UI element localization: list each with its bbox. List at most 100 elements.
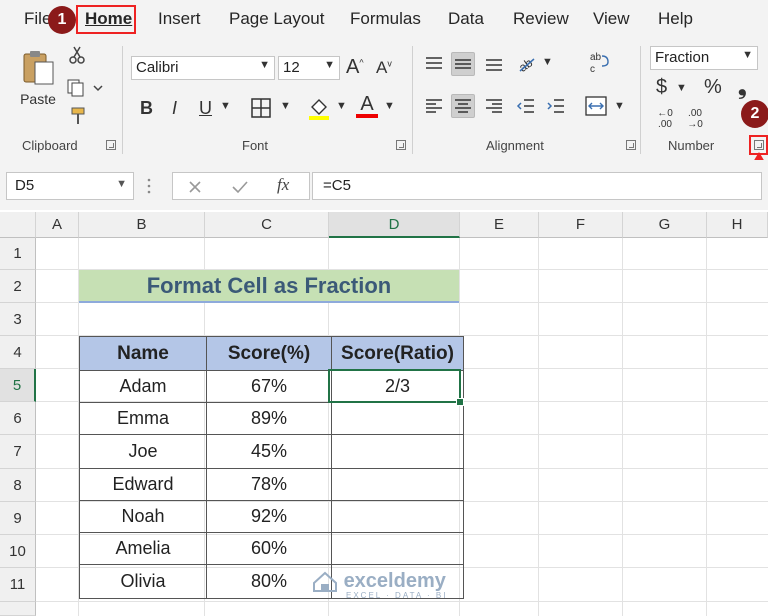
chevron-down-icon[interactable]: ▼ [542,56,553,68]
fill-handle[interactable] [456,398,464,406]
row-header-5[interactable]: 5 [0,369,36,402]
align-middle-button[interactable] [451,52,475,76]
menu-help[interactable]: Help [658,9,693,29]
drag-handle-icon[interactable] [146,176,152,196]
underline-button[interactable]: U [199,98,212,119]
cell-name[interactable]: Noah [79,500,207,533]
row-header-11[interactable]: 11 [0,568,36,602]
col-header-d[interactable]: D [329,212,460,238]
cell-ratio[interactable] [331,468,464,501]
cell-score[interactable]: 92% [206,500,332,533]
header-name[interactable]: Name [79,336,207,371]
decrease-decimal-button[interactable]: .00 →0 [684,108,706,130]
cell-name[interactable]: Edward [79,468,207,501]
insert-function-button[interactable]: fx [277,175,289,195]
select-all-corner[interactable] [0,212,36,238]
shrink-font-button[interactable]: Av [376,58,392,78]
chevron-down-icon[interactable]: ▼ [614,100,625,112]
font-launcher-icon[interactable] [396,140,406,150]
menu-insert[interactable]: Insert [158,9,201,29]
sheet-title-cell[interactable]: Format Cell as Fraction [79,270,459,303]
chevron-down-icon[interactable]: ▼ [336,100,347,112]
row-header-12[interactable] [0,602,36,616]
cell-ratio[interactable] [331,500,464,533]
row-header-4[interactable]: 4 [0,336,36,369]
borders-icon[interactable] [250,97,272,119]
cell-name[interactable]: Olivia [79,564,207,599]
align-top-icon[interactable] [424,54,444,74]
col-header-f[interactable]: F [539,212,623,238]
header-score-percent[interactable]: Score(%) [206,336,332,371]
increase-decimal-button[interactable]: ←0 .00 [654,108,676,130]
font-color-button[interactable]: A [356,93,378,118]
format-painter-icon[interactable] [68,106,88,126]
cell-score[interactable]: 89% [206,402,332,435]
col-header-b[interactable]: B [79,212,205,238]
align-center-button[interactable] [451,94,475,118]
bold-button[interactable]: B [140,98,153,119]
active-cell-selection[interactable] [328,369,461,403]
col-header-g[interactable]: G [623,212,707,238]
currency-button[interactable]: $ [656,76,667,99]
cell-score[interactable]: 67% [206,370,332,403]
cancel-icon[interactable] [187,179,203,195]
italic-button[interactable]: I [172,98,177,119]
row-header-7[interactable]: 7 [0,435,36,469]
font-size-select[interactable]: 12 ▼ [278,56,340,80]
enter-check-icon[interactable] [231,179,249,195]
grow-font-button[interactable]: A^ [346,56,364,79]
merge-center-icon[interactable] [584,94,608,118]
align-left-icon[interactable] [424,96,444,116]
cell-name[interactable]: Adam [79,370,207,403]
menu-data[interactable]: Data [448,9,484,29]
header-score-ratio[interactable]: Score(Ratio) [331,336,464,371]
col-header-e[interactable]: E [460,212,539,238]
percent-button[interactable]: % [704,76,722,99]
cut-icon[interactable] [68,46,86,64]
cell-name[interactable]: Emma [79,402,207,435]
menu-view[interactable]: View [593,9,630,29]
row-header-2[interactable]: 2 [0,270,36,303]
number-format-select[interactable]: Fraction ▼ [650,46,758,70]
formula-input[interactable]: =C5 [312,172,762,200]
increase-indent-icon[interactable] [546,96,566,116]
cell-score[interactable]: 60% [206,532,332,565]
paste-button[interactable]: Paste [18,48,58,107]
cell-score[interactable]: 78% [206,468,332,501]
row-header-9[interactable]: 9 [0,502,36,535]
wrap-text-icon[interactable]: ab c [588,50,610,76]
menu-formulas[interactable]: Formulas [350,9,421,29]
cell-name[interactable]: Amelia [79,532,207,565]
decrease-indent-icon[interactable] [516,96,536,116]
alignment-launcher-icon[interactable] [626,140,636,150]
name-box[interactable]: D5 ▼ [6,172,134,200]
chevron-down-icon[interactable]: ▼ [384,100,395,112]
chevron-down-icon[interactable]: ▼ [676,82,687,94]
clipboard-launcher-icon[interactable] [106,140,116,150]
copy-icon[interactable] [66,78,106,98]
comma-style-button[interactable]: ❟ [738,74,747,100]
fill-color-icon[interactable] [307,95,331,121]
menu-page-layout[interactable]: Page Layout [229,9,324,29]
menu-review[interactable]: Review [513,9,569,29]
cell-score[interactable]: 45% [206,434,332,469]
chevron-down-icon[interactable]: ▼ [220,100,231,112]
row-header-1[interactable]: 1 [0,238,36,270]
row-header-10[interactable]: 10 [0,535,36,568]
col-header-a[interactable]: A [36,212,79,238]
col-header-h[interactable]: H [707,212,768,238]
chevron-down-icon[interactable]: ▼ [116,178,127,190]
font-name-select[interactable]: Calibri ▼ [131,56,275,80]
row-header-8[interactable]: 8 [0,469,36,502]
cell-ratio[interactable] [331,402,464,435]
align-bottom-icon[interactable] [484,54,504,74]
align-right-icon[interactable] [484,96,504,116]
col-header-c[interactable]: C [205,212,329,238]
cell-ratio[interactable] [331,532,464,565]
chevron-down-icon[interactable]: ▼ [280,100,291,112]
orientation-icon[interactable]: ab [516,52,538,74]
cell-ratio[interactable] [331,434,464,469]
row-header-6[interactable]: 6 [0,402,36,435]
cell-name[interactable]: Joe [79,434,207,469]
row-header-3[interactable]: 3 [0,303,36,336]
